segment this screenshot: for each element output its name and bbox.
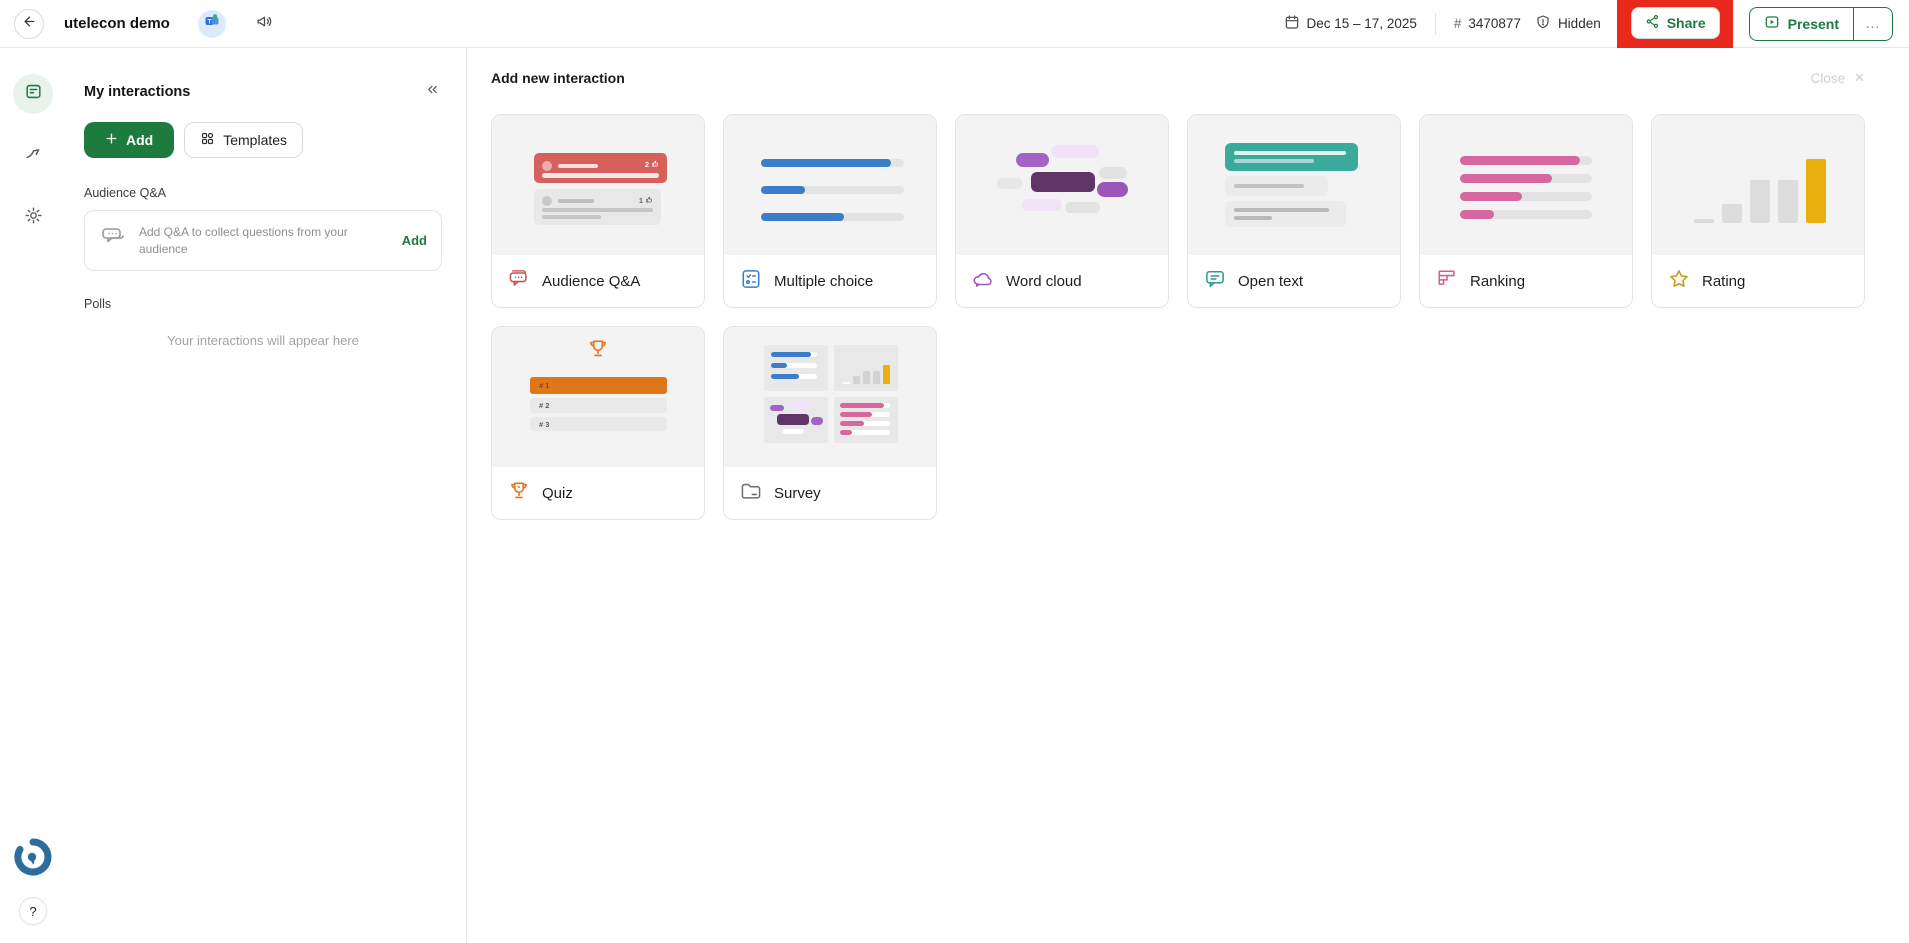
chevrons-left-icon [425, 82, 440, 102]
trophy-icon [507, 479, 531, 507]
date-range: Dec 15 – 17, 2025 [1284, 14, 1417, 33]
shield-alert-icon [1535, 14, 1551, 33]
qna-promo-text: Add Q&A to collect questions from your a… [139, 224, 390, 256]
qna-section-label: Audience Q&A [84, 186, 442, 200]
card-multiple-choice[interactable]: Multiple choice [723, 114, 937, 308]
ranking-icon [1435, 267, 1459, 295]
visibility-status: Hidden [1535, 14, 1601, 33]
announcements-button[interactable] [256, 13, 273, 35]
present-play-icon [1764, 14, 1780, 33]
megaphone-icon [256, 13, 273, 35]
integration-button[interactable]: T [198, 10, 226, 38]
svg-text:T: T [207, 20, 211, 26]
polls-section-label: Polls [84, 297, 442, 311]
card-ranking[interactable]: Ranking [1419, 114, 1633, 308]
present-button[interactable]: Present [1750, 8, 1853, 40]
ranking-thumbnail [1420, 115, 1632, 255]
voting-code: # 3470877 [1454, 16, 1521, 31]
present-button-group: Present … [1749, 7, 1893, 41]
slides-icon [24, 82, 43, 106]
card-label-text: Quiz [542, 485, 573, 502]
left-rail: ? [0, 48, 66, 943]
mentimeter-logo [14, 838, 52, 881]
card-label-text: Survey [774, 485, 821, 502]
qna-promo-card: Add Q&A to collect questions from your a… [84, 210, 442, 271]
card-label-text: Rating [1702, 273, 1745, 290]
qna-add-link[interactable]: Add [402, 233, 427, 248]
divider [1435, 13, 1436, 35]
multiple-choice-thumbnail [724, 115, 936, 255]
share-nodes-icon [1645, 14, 1660, 32]
open-text-thumbnail [1188, 115, 1400, 255]
thumbs-up-icon [646, 196, 653, 205]
trophy-icon [586, 337, 610, 366]
card-label-text: Multiple choice [774, 273, 873, 290]
templates-button[interactable]: Templates [184, 122, 303, 158]
back-button[interactable] [14, 9, 44, 39]
card-label-text: Ranking [1470, 273, 1525, 290]
checklist-icon [739, 267, 763, 295]
plus-icon [105, 132, 118, 148]
trending-up-icon [24, 144, 43, 168]
panel-title: My interactions [84, 84, 190, 100]
collapse-panel-button[interactable] [423, 80, 442, 104]
card-open-text[interactable]: Open text [1187, 114, 1401, 308]
presentation-title: utelecon demo [64, 15, 170, 32]
star-icon [1667, 267, 1691, 295]
empty-state-text: Your interactions will appear here [84, 333, 442, 348]
qna-bubble-icon [507, 267, 531, 295]
back-arrow-icon [22, 14, 37, 34]
add-interaction-heading: Add new interaction [491, 70, 625, 86]
close-button[interactable]: Close ✕ [1811, 70, 1865, 86]
qna-thumbnail: 2 1 [492, 115, 704, 255]
interaction-type-grid: 2 1 [491, 114, 1865, 520]
card-survey[interactable]: Survey [723, 326, 937, 520]
quiz-thumbnail: # 1 # 2 # 3 [492, 327, 704, 467]
grid-icon [200, 131, 215, 149]
rail-item-interactions[interactable] [13, 74, 53, 114]
thumbs-up-icon [652, 160, 659, 169]
card-audience-qna[interactable]: 2 1 [491, 114, 705, 308]
card-rating[interactable]: Rating [1651, 114, 1865, 308]
add-interaction-button[interactable]: Add [84, 122, 174, 158]
card-word-cloud[interactable]: Word cloud [955, 114, 1169, 308]
survey-mini-choice [764, 345, 828, 391]
annotation-highlight-box: Share [1617, 0, 1733, 48]
folder-icon [739, 479, 763, 507]
word-cloud-thumbnail [956, 115, 1168, 255]
hash-icon: # [1454, 16, 1462, 31]
close-x-icon: ✕ [1854, 70, 1865, 86]
gear-icon [24, 206, 43, 230]
survey-thumbnail [724, 327, 936, 467]
cloud-icon [971, 267, 995, 295]
teams-integration-icon: T [204, 13, 220, 34]
survey-mini-rating [834, 345, 898, 391]
survey-mini-wordcloud [764, 397, 828, 443]
survey-mini-ranking [834, 397, 898, 443]
interactions-panel: My interactions Add Templates Audi [66, 48, 467, 943]
share-button[interactable]: Share [1631, 7, 1720, 39]
main-content: Add new interaction Close ✕ 2 [467, 48, 1909, 943]
more-options-button[interactable]: … [1854, 8, 1892, 40]
rating-thumbnail [1652, 115, 1864, 255]
card-label-text: Open text [1238, 273, 1303, 290]
chat-bubbles-icon [99, 224, 127, 257]
card-quiz[interactable]: # 1 # 2 # 3 Quiz [491, 326, 705, 520]
rail-item-settings[interactable] [13, 198, 53, 238]
rail-item-results[interactable] [13, 136, 53, 176]
card-label-text: Audience Q&A [542, 273, 640, 290]
calendar-icon [1284, 14, 1300, 33]
speech-bubble-icon [1203, 267, 1227, 295]
top-bar: utelecon demo T Dec 15 – 17, 2025 # 3470… [0, 0, 1909, 48]
question-mark-icon: ? [29, 904, 36, 919]
ellipsis-icon: … [1865, 15, 1881, 32]
help-button[interactable]: ? [19, 897, 47, 925]
card-label-text: Word cloud [1006, 273, 1082, 290]
